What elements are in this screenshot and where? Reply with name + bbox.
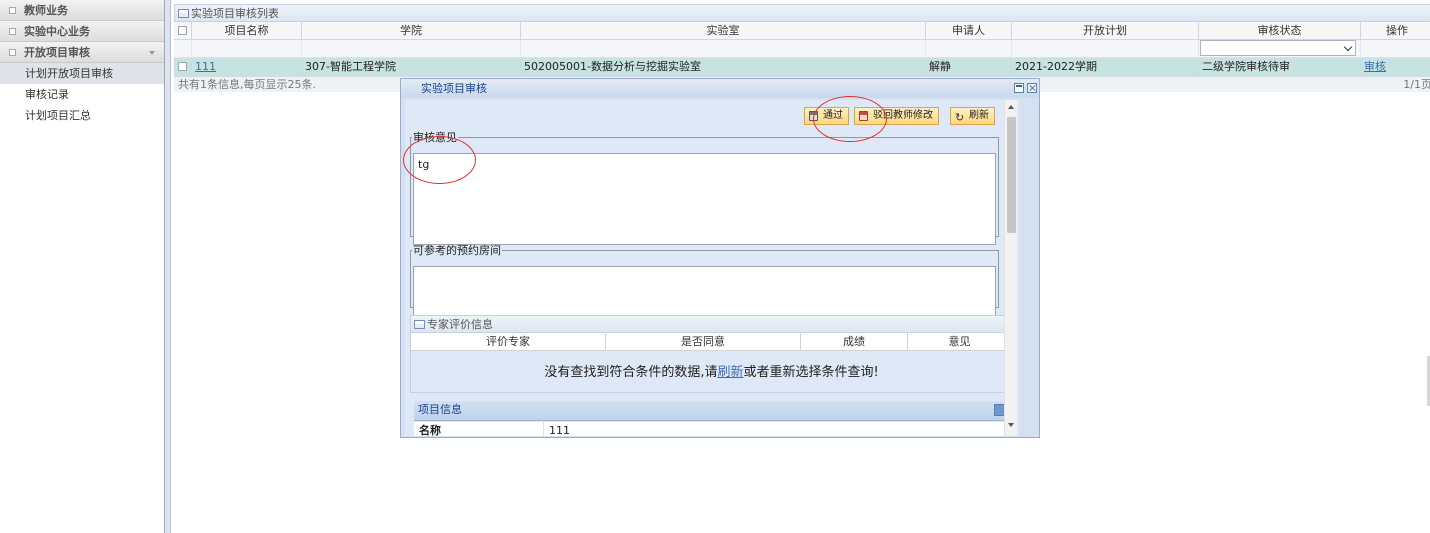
expert-panel-title-text: 专家评价信息 — [427, 318, 493, 331]
sidebar-group-label: 实验中心业务 — [24, 25, 90, 38]
reject-button-label: 驳回教师修改 — [873, 110, 933, 121]
column-header[interactable]: 审核状态 — [1199, 22, 1361, 40]
opinion-fieldset: 审核意见 tg — [410, 129, 999, 245]
column-header[interactable]: 开放计划 — [1012, 22, 1199, 40]
review-dialog: 实验项目审核 通过 驳回教师修改 ↻ 刷新 审核意见 tg 可参考的预约房间 专… — [400, 78, 1040, 438]
scroll-thumb[interactable] — [1007, 117, 1016, 233]
project-info-label: 项目信息 — [418, 403, 462, 416]
column-header[interactable]: 评价专家 — [411, 333, 606, 351]
record-count-text: 共有1条信息,每页显示25条. — [178, 78, 316, 91]
sidebar-item-plan-summary[interactable]: 计划项目汇总 — [0, 105, 164, 126]
scroll-up-icon[interactable] — [1008, 105, 1014, 109]
expert-panel-title: 专家评价信息 — [411, 316, 1012, 333]
filter-row — [174, 40, 1430, 58]
column-header[interactable]: 操作 — [1361, 22, 1430, 40]
row-checkbox[interactable] — [178, 62, 187, 71]
maximize-icon[interactable] — [1014, 83, 1024, 93]
column-header[interactable]: 实验室 — [521, 22, 926, 40]
empty-refresh-link[interactable]: 刷新 — [717, 365, 743, 380]
dialog-title: 实验项目审核 — [421, 82, 487, 95]
status-cell: 二级学院审核待审 — [1199, 58, 1361, 76]
project-info-header[interactable]: 项目信息 — [414, 401, 1010, 421]
expert-review-panel: 专家评价信息 评价专家 是否同意 成绩 意见 没有查找到符合条件的数据,请刷新或… — [410, 315, 1013, 393]
sidebar-group-label: 教师业务 — [24, 4, 68, 17]
scroll-down-icon[interactable] — [1008, 423, 1014, 427]
table-header: 项目名称 学院 实验室 申请人 开放计划 审核状态 操作 — [174, 22, 1430, 40]
sidebar-item-review-records[interactable]: 审核记录 — [0, 84, 164, 105]
rooms-legend: 可参考的预约房间 — [413, 244, 501, 257]
refresh-icon: ↻ — [955, 111, 965, 124]
review-action-link[interactable]: 审核 — [1364, 60, 1386, 73]
return-icon — [859, 111, 868, 121]
close-icon[interactable] — [1027, 83, 1037, 93]
sidebar-splitter[interactable] — [165, 0, 171, 533]
collapse-box-icon — [9, 7, 16, 14]
column-header[interactable]: 申请人 — [926, 22, 1012, 40]
sidebar: 教师业务 实验中心业务 开放项目审核 计划开放项目审核 审核记录 计划项目汇总 — [0, 0, 165, 533]
empty-msg-suffix: 或者重新选择条件查询! — [743, 365, 879, 380]
refresh-button[interactable]: ↻ 刷新 — [950, 107, 995, 125]
table-row[interactable]: 111 307-智能工程学院 502005001-数据分析与挖掘实验室 解静 2… — [174, 58, 1430, 76]
collapse-box-icon — [9, 49, 16, 56]
column-header[interactable]: 学院 — [302, 22, 521, 40]
collapse-box-icon — [9, 28, 16, 35]
list-panel-title: 实验项目审核列表 — [174, 4, 1430, 22]
project-info-row: 名称 111 — [414, 422, 1010, 436]
sidebar-group-open-project-review[interactable]: 开放项目审核 — [0, 42, 164, 63]
project-name-link[interactable]: 111 — [195, 60, 216, 73]
approve-button[interactable]: 通过 — [804, 107, 849, 125]
sidebar-item-plan-review[interactable]: 计划开放项目审核 — [0, 63, 164, 84]
column-header[interactable]: 是否同意 — [606, 333, 801, 351]
dialog-scrollbar[interactable] — [1004, 100, 1017, 436]
list-title: 实验项目审核列表 — [191, 7, 279, 20]
sidebar-group-label: 开放项目审核 — [24, 46, 90, 59]
column-header[interactable]: 意见 — [908, 333, 1012, 351]
applicant-cell: 解静 — [926, 58, 1012, 76]
reject-to-teacher-button[interactable]: 驳回教师修改 — [854, 107, 939, 125]
table-icon — [414, 320, 425, 329]
sidebar-group-lab-center[interactable]: 实验中心业务 — [0, 21, 164, 42]
dialog-title-bar[interactable]: 实验项目审核 — [401, 79, 1039, 98]
opinion-textarea[interactable]: tg — [413, 153, 996, 245]
opinion-legend: 审核意见 — [413, 131, 457, 144]
page-indicator: 1/1页 — [1403, 78, 1430, 91]
empty-msg-prefix: 没有查找到符合条件的数据,请 — [544, 365, 718, 380]
rooms-textarea[interactable] — [413, 266, 996, 316]
plan-cell: 2021-2022学期 — [1012, 58, 1199, 76]
college-cell: 307-智能工程学院 — [302, 58, 521, 76]
save-icon — [809, 111, 818, 121]
status-filter-select[interactable] — [1200, 40, 1356, 56]
info-label-cell: 名称 — [414, 422, 544, 436]
info-value-cell: 111 — [544, 422, 1010, 436]
lab-cell: 502005001-数据分析与挖掘实验室 — [521, 58, 926, 76]
dialog-toolbar: 通过 驳回教师修改 ↻ 刷新 — [804, 107, 995, 125]
dialog-body: 通过 驳回教师修改 ↻ 刷新 审核意见 tg 可参考的预约房间 专家评价信息 评… — [405, 100, 1019, 436]
column-header[interactable]: 项目名称 — [192, 22, 302, 40]
column-header[interactable]: 成绩 — [801, 333, 908, 351]
empty-result-message: 没有查找到符合条件的数据,请刷新或者重新选择条件查询! — [411, 361, 1012, 380]
refresh-button-label: 刷新 — [969, 110, 989, 121]
rooms-fieldset: 可参考的预约房间 — [410, 242, 999, 316]
chevron-down-icon — [149, 51, 155, 55]
table-icon — [178, 9, 189, 18]
select-all-cell[interactable] — [174, 22, 192, 40]
sidebar-group-teacher[interactable]: 教师业务 — [0, 0, 164, 21]
expert-table-header: 评价专家 是否同意 成绩 意见 — [411, 333, 1012, 351]
select-all-checkbox[interactable] — [178, 26, 187, 35]
approve-button-label: 通过 — [823, 110, 843, 121]
